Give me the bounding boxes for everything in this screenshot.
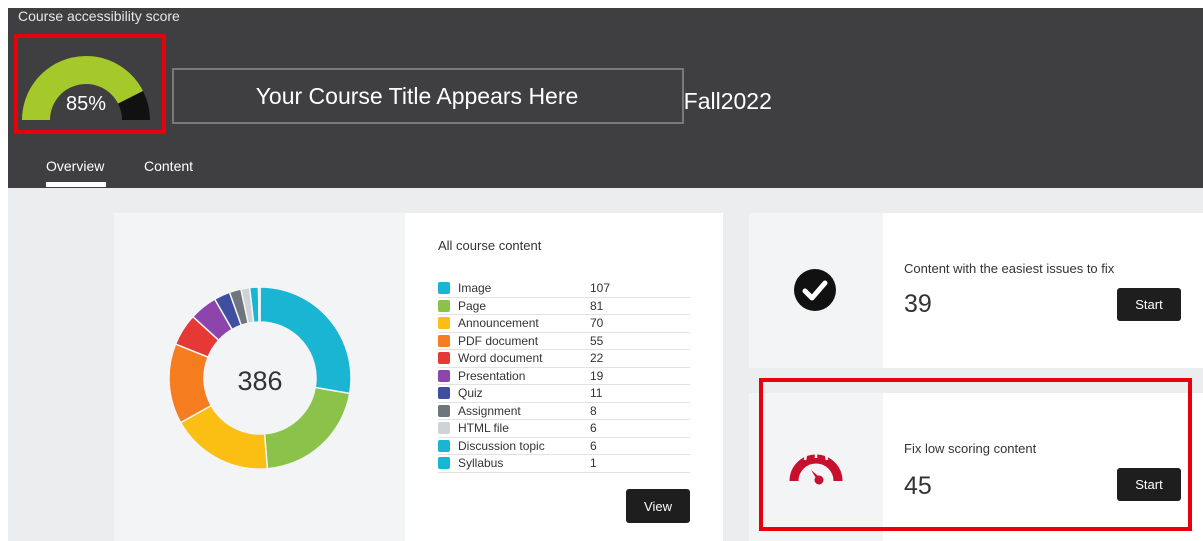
content-type-count: 81: [590, 298, 604, 313]
tab-content[interactable]: Content: [144, 158, 193, 174]
content-total: 386: [237, 366, 282, 396]
content-type-count: 11: [590, 386, 603, 401]
content-type-list: Image 107 Page 81 Announcement 70 PDF document…: [438, 280, 690, 473]
easy-fix-start-button[interactable]: Start: [1117, 288, 1181, 321]
content-list-title: All course content: [438, 238, 542, 253]
content-type-row: Announcement 70: [438, 315, 690, 333]
content-type-count: 6: [590, 421, 597, 436]
content-type-row: PDF document 55: [438, 333, 690, 350]
content-type-row: Assignment 8: [438, 403, 690, 420]
content-type-swatch: [438, 404, 450, 417]
content-type-count: 70: [590, 316, 604, 331]
content-type-label: Presentation: [458, 368, 526, 383]
content-type-label: Page: [458, 298, 487, 313]
content-type-row: Quiz 11: [438, 385, 690, 403]
content-type-swatch: [438, 457, 450, 470]
active-tab-indicator: [46, 182, 106, 187]
content-type-row: Presentation 19: [438, 368, 690, 385]
checkmark-icon: [794, 269, 836, 311]
easy-fix-count: 39: [904, 290, 932, 318]
content-type-swatch: [438, 439, 450, 452]
content-type-count: 19: [590, 368, 604, 383]
content-type-label: Quiz: [458, 386, 483, 401]
content-type-row: Page 81: [438, 298, 690, 315]
content-type-row: Discussion topic 6: [438, 438, 690, 455]
content-type-label: Word document: [458, 351, 543, 366]
content-type-count: 107: [590, 281, 611, 296]
content-type-row: HTML file 6: [438, 420, 690, 438]
score-highlight-box: [14, 34, 166, 134]
content-type-count: 1: [590, 456, 597, 471]
content-type-label: HTML file: [458, 421, 509, 436]
content-type-count: 6: [590, 438, 597, 453]
content-type-label: Announcement: [458, 316, 539, 331]
content-type-swatch: [438, 299, 450, 312]
content-type-swatch: [438, 334, 450, 347]
donut-segment-page: [263, 386, 351, 470]
donut-segment-syllabus: [257, 286, 261, 323]
content-type-count: 55: [590, 333, 604, 348]
content-type-count: 8: [590, 403, 597, 418]
content-type-swatch: [438, 317, 450, 330]
view-button[interactable]: View: [626, 489, 690, 523]
content-type-row: Image 107: [438, 280, 690, 298]
tab-overview[interactable]: Overview: [46, 158, 104, 174]
content-donut-chart: 386: [168, 286, 352, 470]
course-title: Your Course Title Appears Here: [172, 68, 684, 124]
content-type-swatch: [438, 369, 450, 382]
score-label: Course accessibility score: [18, 8, 180, 24]
low-score-highlight-box: [759, 378, 1192, 531]
content-type-label: Image: [458, 281, 492, 296]
course-title-text: Your Course Title Appears Here: [255, 82, 579, 109]
content-type-label: Assignment: [458, 403, 521, 418]
easy-fix-title: Content with the easiest issues to fix: [904, 261, 1115, 276]
content-type-label: PDF document: [458, 333, 539, 348]
content-type-label: Discussion topic: [458, 438, 545, 453]
content-type-row: Syllabus 1: [438, 455, 690, 473]
content-type-row: Word document 22: [438, 350, 690, 368]
content-type-swatch: [438, 282, 450, 295]
content-type-label: Syllabus: [458, 456, 504, 471]
content-type-swatch: [438, 352, 450, 365]
content-type-swatch: [438, 422, 450, 435]
content-type-swatch: [438, 387, 450, 400]
content-type-count: 22: [590, 351, 604, 366]
course-title-suffix: -Fall2022: [676, 88, 772, 114]
